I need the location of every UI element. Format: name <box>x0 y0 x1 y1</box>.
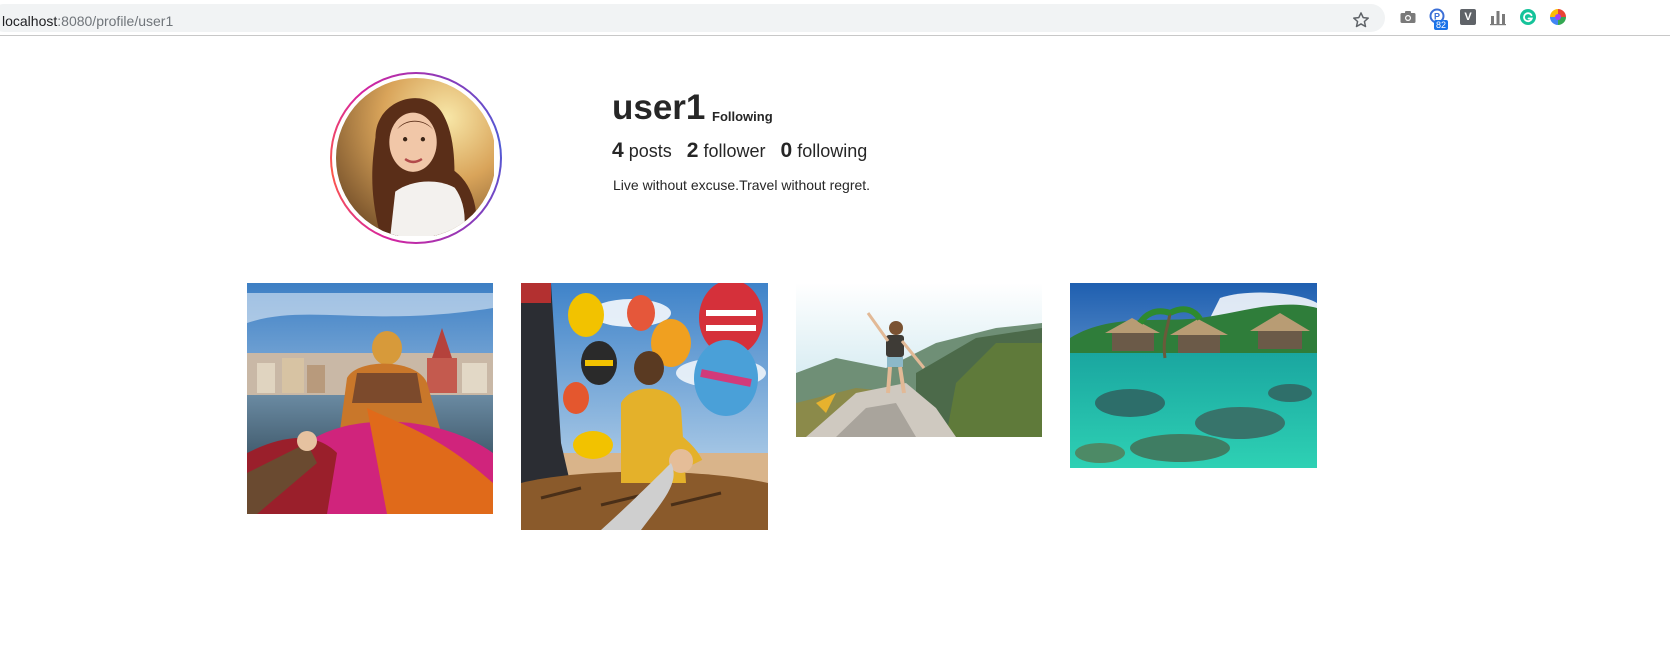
color-picker-icon[interactable] <box>1549 8 1567 26</box>
following-count: 0 <box>780 139 793 162</box>
profile-username: user1 <box>612 88 706 127</box>
extension-badge-count: 82 <box>1434 20 1449 30</box>
following-label: following <box>797 141 868 161</box>
avatar-image <box>336 78 494 237</box>
posts-label: posts <box>628 141 672 161</box>
grammarly-icon[interactable] <box>1519 8 1537 26</box>
post-thumbnail-1[interactable] <box>247 283 493 514</box>
star-icon[interactable] <box>1351 10 1371 30</box>
followers-label: follower <box>703 141 766 161</box>
url-path: :8080/profile/user1 <box>57 13 174 29</box>
post-thumbnail-3[interactable] <box>796 283 1042 437</box>
chart-extension-icon[interactable] <box>1489 8 1507 26</box>
posts-count: 4 <box>612 139 624 162</box>
following-button[interactable]: Following <box>712 109 773 124</box>
post-thumbnail-4[interactable] <box>1070 283 1317 468</box>
v-extension-icon[interactable]: V <box>1460 9 1476 25</box>
address-bar[interactable]: localhost:8080/profile/user1 <box>0 4 1385 32</box>
post-image-balloons <box>521 283 768 530</box>
profile-stats: 4 posts 2 follower 0 following <box>612 139 877 163</box>
avatar-story-ring[interactable] <box>330 72 502 244</box>
url-host: localhost <box>2 13 58 29</box>
followers-count: 2 <box>686 139 699 162</box>
url-text[interactable]: localhost:8080/profile/user1 <box>2 13 173 29</box>
post-image-mountain-hiker <box>796 283 1042 437</box>
post-thumbnail-2[interactable] <box>521 283 768 530</box>
browser-toolbar: localhost:8080/profile/user1 P 82 V <box>0 0 1670 36</box>
post-image-lagoon-bungalows <box>1070 283 1317 468</box>
profile-bio: Live without excuse.Travel without regre… <box>613 177 871 193</box>
posts-stat: 4 posts <box>612 139 672 163</box>
following-stat[interactable]: 0 following <box>781 139 868 163</box>
camera-icon[interactable] <box>1399 8 1417 26</box>
avatar <box>336 78 496 238</box>
post-image-boat-city <box>247 283 493 514</box>
followers-stat[interactable]: 2 follower <box>687 139 766 163</box>
